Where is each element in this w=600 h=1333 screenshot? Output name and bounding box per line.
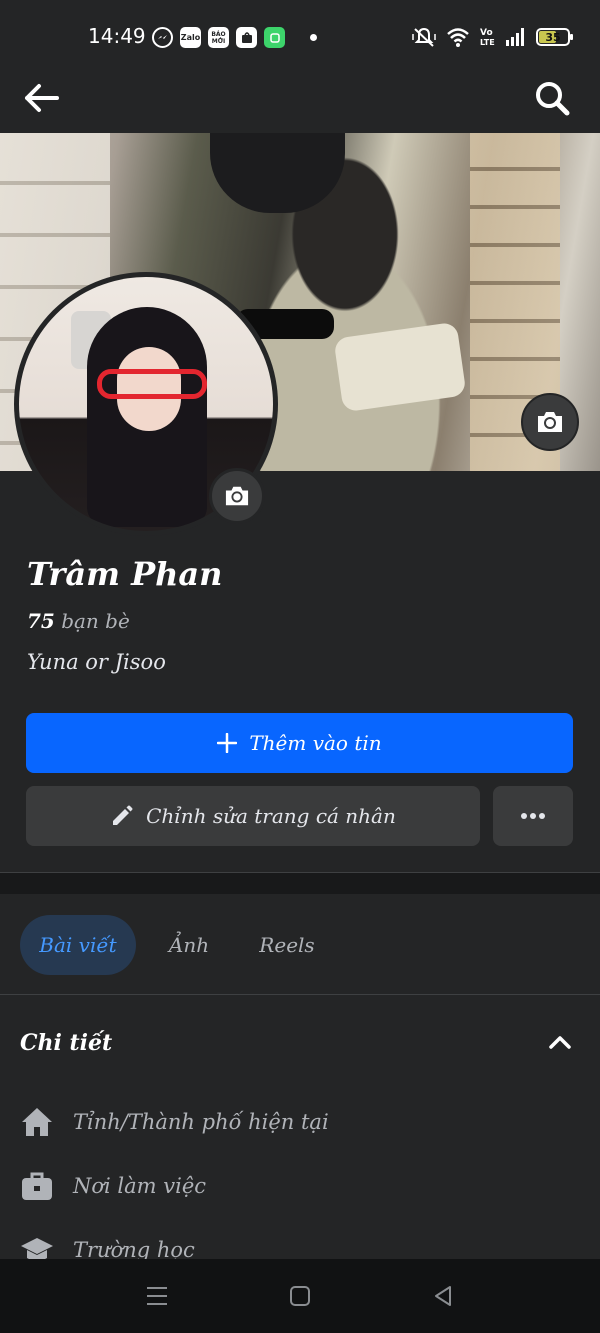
plus-icon xyxy=(217,733,238,753)
search-button[interactable] xyxy=(532,78,572,118)
more-horizontal-icon xyxy=(521,813,545,819)
add-to-story-button[interactable]: Thêm vào tin xyxy=(26,713,573,773)
status-time: 14:49 xyxy=(88,24,146,48)
top-app-bar xyxy=(0,78,600,133)
edit-profile-label: Chỉnh sửa trang cá nhân xyxy=(146,804,396,828)
profile-tabs: Bài viết Ảnh Reels xyxy=(0,894,600,995)
edit-cover-photo-button[interactable] xyxy=(521,393,579,451)
messenger-icon xyxy=(152,27,173,48)
profile-bio: Yuna or Jisoo xyxy=(27,650,166,674)
profile-name: Trâm Phan xyxy=(27,555,223,593)
search-icon xyxy=(536,82,570,116)
recent-apps-button[interactable] xyxy=(142,1281,172,1311)
svg-text:LTE: LTE xyxy=(480,38,495,47)
square-icon xyxy=(290,1286,310,1306)
signal-icon xyxy=(506,28,524,46)
battery-level: 35 xyxy=(545,30,561,44)
mute-vibrate-icon xyxy=(412,27,436,47)
back-nav-button[interactable] xyxy=(428,1281,458,1311)
add-to-story-label: Thêm vào tin xyxy=(249,731,382,755)
detail-current-city[interactable]: Tỉnh/Thành phố hiện tại xyxy=(18,1102,329,1142)
collapse-details-button[interactable] xyxy=(540,1024,580,1060)
camera-icon xyxy=(538,412,562,432)
svg-text:Vo: Vo xyxy=(480,28,493,38)
more-notifications-dot xyxy=(310,34,317,41)
volte-icon: VoLTE xyxy=(480,28,495,47)
wifi-icon xyxy=(447,28,469,47)
chevron-up-icon xyxy=(549,1036,571,1049)
shopee-icon xyxy=(236,27,257,48)
briefcase-icon xyxy=(18,1168,56,1204)
app-icon xyxy=(264,27,285,48)
triangle-back-icon xyxy=(435,1286,451,1306)
back-button[interactable] xyxy=(20,78,62,118)
friends-count[interactable]: 75 bạn bè xyxy=(27,609,130,633)
pencil-icon xyxy=(113,805,133,825)
notification-icons: Zalo BÁO MỚI xyxy=(152,27,317,48)
more-options-button[interactable] xyxy=(493,786,573,846)
friends-number: 75 xyxy=(27,609,55,633)
friends-label: bạn bè xyxy=(61,609,130,633)
tab-posts[interactable]: Bài viết xyxy=(20,915,136,975)
edit-profile-button[interactable]: Chỉnh sửa trang cá nhân xyxy=(26,786,480,846)
baomoi-icon: BÁO MỚI xyxy=(208,27,229,48)
zalo-icon: Zalo xyxy=(180,27,201,48)
details-heading: Chi tiết xyxy=(20,1030,113,1056)
menu-icon xyxy=(147,1287,167,1305)
home-button[interactable] xyxy=(285,1281,315,1311)
detail-label: Tỉnh/Thành phố hiện tại xyxy=(73,1110,329,1134)
system-icons: Vo LTE 35 xyxy=(412,26,573,48)
detail-label: Nơi làm việc xyxy=(73,1174,207,1198)
detail-workplace[interactable]: Nơi làm việc xyxy=(18,1166,206,1206)
home-icon xyxy=(18,1104,56,1140)
section-divider xyxy=(0,872,600,894)
status-bar: 14:49 Zalo BÁO MỚI Vo LTE 35 xyxy=(0,0,600,78)
camera-icon xyxy=(225,486,249,506)
battery-icon: 35 xyxy=(536,28,573,46)
tab-photos[interactable]: Ảnh xyxy=(152,915,226,975)
avatar-red-glasses xyxy=(97,369,207,399)
arrow-left-icon xyxy=(25,84,59,112)
system-navigation-bar xyxy=(0,1259,600,1333)
tab-reels[interactable]: Reels xyxy=(246,915,328,975)
edit-profile-picture-button[interactable] xyxy=(209,468,265,524)
